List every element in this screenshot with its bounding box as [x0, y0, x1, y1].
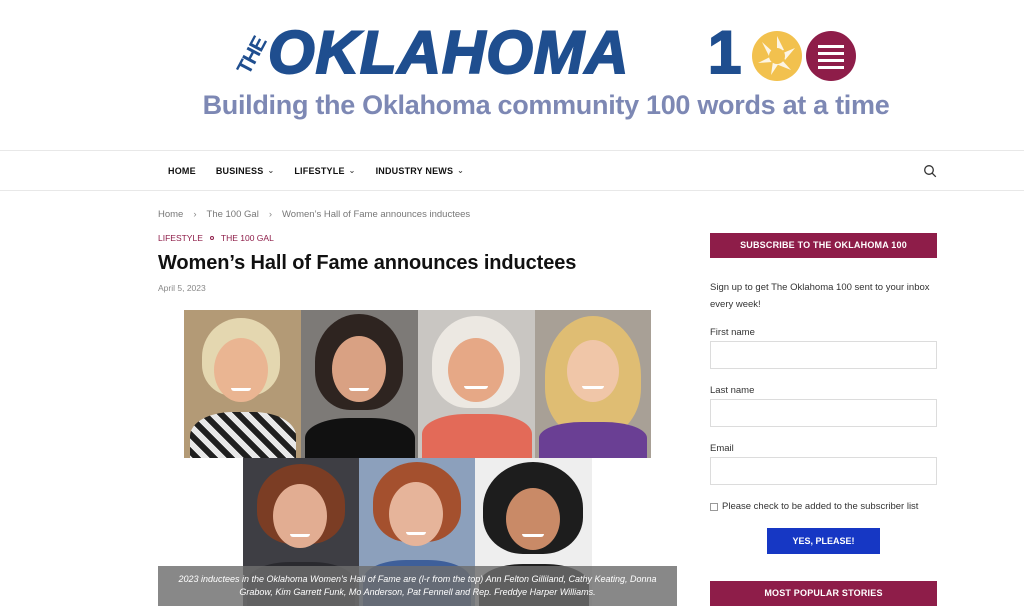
signup-description: Sign up to get The Oklahoma 100 sent to … [710, 282, 930, 310]
email-field[interactable] [710, 457, 937, 485]
nav-menu: HOME BUSINESS ⌄ LIFESTYLE ⌄ INDUSTRY NEW… [168, 151, 484, 190]
portrait-photo [535, 310, 651, 458]
breadcrumb-category[interactable]: The 100 Gal [207, 209, 259, 220]
last-name-label: Last name [710, 385, 755, 396]
category-link-the-100-gal[interactable]: THE 100 GAL [221, 233, 274, 243]
logo-number-one: 1 [707, 19, 742, 86]
nav-item-label: INDUSTRY NEWS [375, 165, 454, 176]
submit-button[interactable]: YES, PLEASE! [767, 528, 880, 554]
category-separator-dot [209, 236, 214, 240]
nav-item-label: HOME [168, 165, 196, 176]
popular-stories-heading: MOST POPULAR STORIES [710, 581, 937, 606]
breadcrumb-separator: › [268, 209, 272, 220]
hamburger-circle-icon [806, 31, 856, 81]
main-navigation: HOME BUSINESS ⌄ LIFESTYLE ⌄ INDUSTRY NEW… [0, 150, 1024, 191]
portrait-photo [301, 310, 418, 458]
subscriber-checkbox-label: Please check to be added to the subscrib… [722, 501, 919, 512]
nav-item-label: BUSINESS [215, 165, 264, 176]
camera-aperture-icon [752, 31, 802, 81]
breadcrumb-home[interactable]: Home [158, 209, 183, 220]
first-name-field[interactable] [710, 341, 937, 369]
breadcrumb-separator: › [193, 209, 197, 220]
site-logo[interactable]: THE OKLAHOMA 1 Building the Oklahoma com… [0, 0, 1024, 150]
subscriber-checkbox-row: Please check to be added to the subscrib… [710, 501, 918, 512]
nav-item-business[interactable]: BUSINESS ⌄ [216, 166, 275, 176]
nav-item-industry-news[interactable]: INDUSTRY NEWS ⌄ [376, 166, 465, 176]
article-categories: LIFESTYLE THE 100 GAL [158, 233, 274, 243]
search-icon[interactable] [923, 164, 937, 178]
last-name-field[interactable] [710, 399, 937, 427]
chevron-down-icon: ⌄ [267, 166, 275, 175]
logo-tagline: Building the Oklahoma community 100 word… [202, 90, 890, 120]
nav-item-lifestyle[interactable]: LIFESTYLE ⌄ [294, 166, 355, 176]
category-link-lifestyle[interactable]: LIFESTYLE [158, 233, 203, 243]
article-title: Women’s Hall of Fame announces inductees [158, 252, 577, 274]
logo-oklahoma-text: OKLAHOMA [267, 19, 630, 86]
portrait-photo [184, 310, 301, 458]
nav-item-label: LIFESTYLE [294, 165, 345, 176]
breadcrumb-current: Women’s Hall of Fame announces inductees [281, 209, 471, 220]
first-name-label: First name [710, 327, 755, 338]
subscribe-heading: SUBSCRIBE TO THE OKLAHOMA 100 [710, 233, 937, 258]
chevron-down-icon: ⌄ [348, 166, 356, 175]
article-date: April 5, 2023 [158, 283, 206, 293]
nav-item-home[interactable]: HOME [168, 166, 196, 176]
portrait-photo [418, 310, 535, 458]
image-caption: 2023 inductees in the Oklahoma Women's H… [158, 566, 677, 606]
chevron-down-icon: ⌄ [457, 166, 465, 175]
email-label: Email [710, 443, 734, 454]
breadcrumb: Home › The 100 Gal › Women’s Hall of Fam… [158, 209, 470, 220]
subscriber-checkbox[interactable] [710, 502, 718, 511]
